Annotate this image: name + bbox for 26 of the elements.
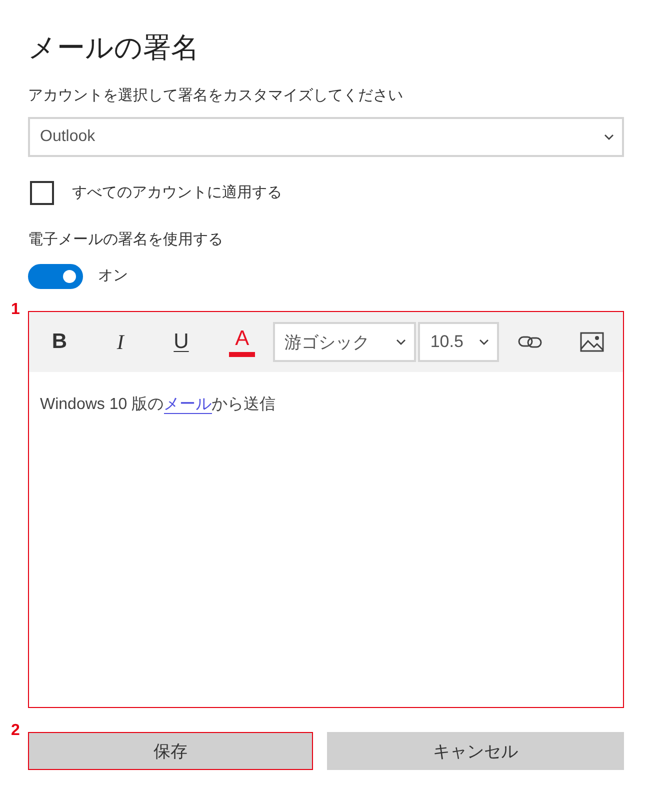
callout-number: 1 [11,302,20,318]
toggle-state-label: オン [98,266,128,286]
checkbox-label: すべてのアカウントに適用する [72,183,282,203]
checkbox[interactable] [30,181,54,205]
cancel-button[interactable]: キャンセル [327,732,624,770]
signature-editor[interactable]: B I U A 游ゴシック 10.5 Windows 10 版のメールから送信 [28,311,624,708]
font-color-button[interactable]: A [212,322,273,362]
page-title: メールの署名 [28,31,199,65]
chevron-icon [479,339,490,345]
chevron-icon [396,339,406,345]
font-size-dropdown[interactable]: 10.5 [418,322,500,362]
account-dropdown[interactable]: Outlook [28,117,624,157]
callout-number: 2 [11,723,20,739]
toggle-switch[interactable] [28,264,83,289]
signature-text: Windows 10 版のメールから送信 [39,395,277,416]
italic-button[interactable]: I [90,322,151,362]
save-button[interactable]: 保存 [28,732,313,770]
signature-toggle-label: 電子メールの署名を使用する [28,230,223,250]
chevron-icon [604,134,614,140]
underline-button[interactable]: U [150,322,212,362]
font-dropdown[interactable]: 游ゴシック [272,322,416,362]
bold-button[interactable]: B [29,322,90,362]
account-label: アカウントを選択して署名をカスタマイズしてください [28,86,403,106]
mail-link[interactable]: メール [164,396,212,414]
image-icon [580,332,604,352]
link-icon [518,335,542,349]
